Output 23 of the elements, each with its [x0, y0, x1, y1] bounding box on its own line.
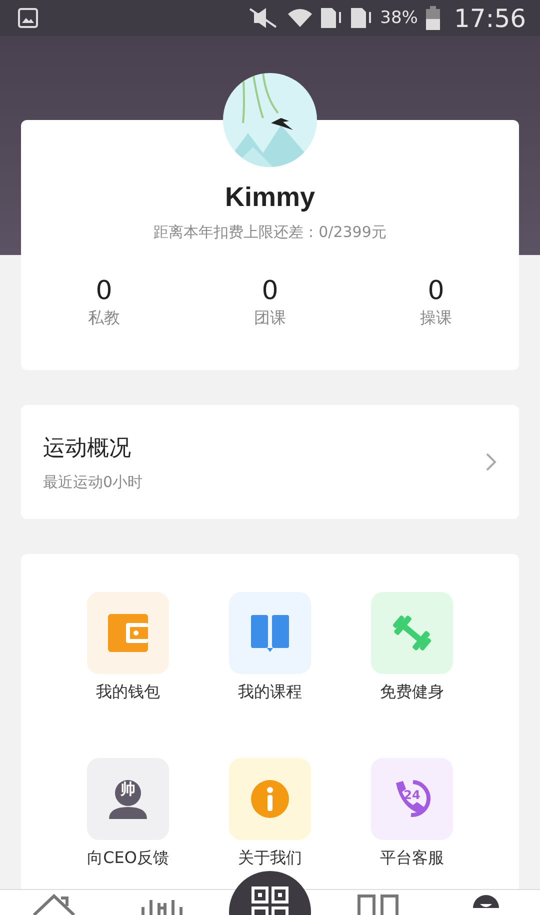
user-name: Kimmy	[224, 182, 316, 213]
menu-label: 向CEO反馈	[87, 848, 169, 869]
icon-badge-text: 帅	[120, 780, 136, 799]
clock: 17:56	[454, 4, 526, 32]
stat-value: 0	[428, 276, 444, 306]
overview-title: 运动概况	[43, 434, 132, 462]
menu-tile[interactable]: 24	[371, 758, 453, 840]
stat-value: 0	[96, 276, 112, 306]
menu-label: 我的钱包	[96, 682, 160, 703]
stat-label: 团课	[254, 308, 286, 329]
stat-label: 操课	[420, 308, 452, 329]
overview-subtitle: 最近运动0小时	[43, 472, 144, 492]
menu-label: 我的课程	[238, 682, 302, 703]
overview-card[interactable]: 运动概况 最近运动0小时	[21, 405, 519, 519]
menu-label: 平台客服	[380, 848, 444, 869]
icon-badge-text: 24	[402, 788, 422, 802]
menu-tile[interactable]: 帅	[87, 758, 169, 840]
stat-label: 私教	[88, 308, 120, 329]
stat-value: 0	[262, 276, 278, 306]
fee-limit-text: 距离本年扣费上限还差：0/2399元	[154, 223, 386, 242]
menu-label: 免费健身	[380, 682, 444, 703]
menu-label: 关于我们	[238, 848, 302, 869]
battery-percent: 38%	[380, 8, 418, 28]
